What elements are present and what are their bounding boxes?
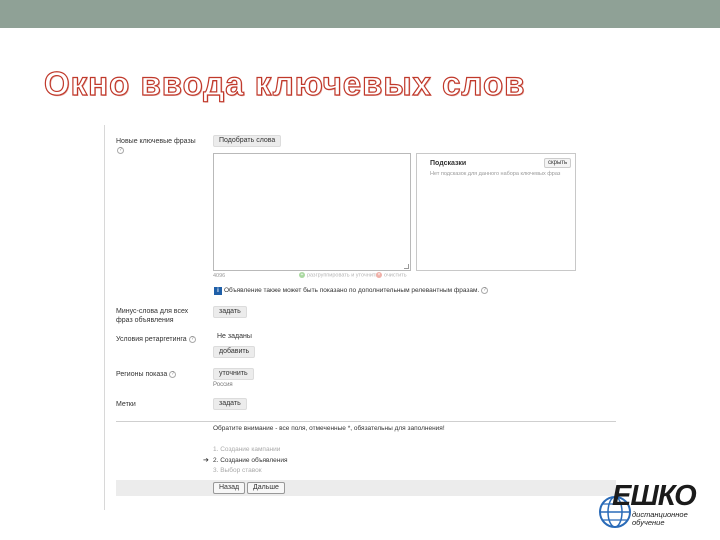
resize-grip-icon[interactable] (404, 264, 409, 269)
retargeting-value: Не заданы (217, 333, 252, 340)
minus-words-label: Минус-слова для всех фраз объявления (116, 308, 189, 324)
info-note-text: Объявление также может быть показано по … (224, 287, 480, 295)
help-icon[interactable]: ? (117, 147, 124, 154)
minus-words-set-button[interactable]: задать (213, 306, 247, 318)
keywords-textarea[interactable] (213, 153, 411, 271)
retargeting-label-text: Условия ретаргетинга (116, 336, 187, 343)
new-keywords-label: Новые ключевые фразы (116, 137, 206, 146)
group-action[interactable]: + разгруппировать и уточнить (299, 272, 378, 278)
back-button[interactable]: Назад (213, 482, 246, 494)
step-item: 3. Выбор ставок (213, 467, 262, 474)
help-icon[interactable]: ? (481, 287, 489, 294)
retargeting-add-button[interactable]: добавить (213, 346, 256, 358)
tags-set-button[interactable]: задать (213, 398, 247, 410)
help-icon[interactable]: ? (169, 370, 177, 378)
keyword-entry-screen: Новые ключевые фразы ? Подобрать слова П… (104, 125, 616, 515)
slide-title: Окно ввода ключевых слов (43, 64, 526, 102)
plus-circle-icon: + (299, 272, 305, 278)
close-circle-icon: × (376, 272, 382, 278)
eshko-logo: ЕШКО дистанционное обучение (598, 480, 712, 532)
required-fields-note: Обратите внимание - все поля, отмеченные… (213, 425, 445, 432)
left-border-line (104, 125, 105, 510)
char-counter: 4096 (213, 273, 226, 279)
tags-label: Метки (116, 401, 136, 408)
regions-label: Регионы показа? (116, 370, 211, 379)
top-decor-bar (0, 0, 720, 28)
regions-value: Россия (213, 382, 233, 388)
regions-refine-button[interactable]: уточнить (213, 368, 254, 380)
hints-hide-button[interactable]: скрыть (544, 158, 572, 168)
hints-title: Подсказки (430, 160, 467, 167)
retargeting-label: Условия ретаргетинга? (116, 335, 211, 344)
pick-words-button[interactable]: Подобрать слова (213, 135, 282, 147)
arrow-right-icon: ➔ (203, 457, 209, 464)
footer-bar (116, 480, 616, 496)
new-keywords-label-text: Новые ключевые фразы (116, 138, 196, 145)
info-note: Объявление также может быть показано по … (224, 287, 489, 295)
info-icon: i (214, 287, 222, 295)
step-item: 1. Создание кампании (213, 446, 281, 453)
help-icon[interactable]: ? (188, 335, 196, 343)
regions-label-text: Регионы показа (116, 371, 168, 378)
group-action-label: разгруппировать и уточнить (307, 272, 379, 279)
clear-action-label: очистить (384, 272, 407, 279)
form-separator (116, 421, 616, 422)
logo-subtitle: дистанционное обучение (632, 510, 688, 527)
hints-panel: Подсказки скрыть Нет подсказок для данно… (416, 153, 576, 271)
logo-name: ЕШКО (612, 480, 697, 512)
step-item-current: 2. Создание объявления (213, 457, 288, 464)
clear-action[interactable]: × очистить (376, 272, 407, 278)
next-button[interactable]: Дальше (247, 482, 285, 494)
hints-empty-text: Нет подсказок для данного набора ключевы… (430, 171, 561, 177)
